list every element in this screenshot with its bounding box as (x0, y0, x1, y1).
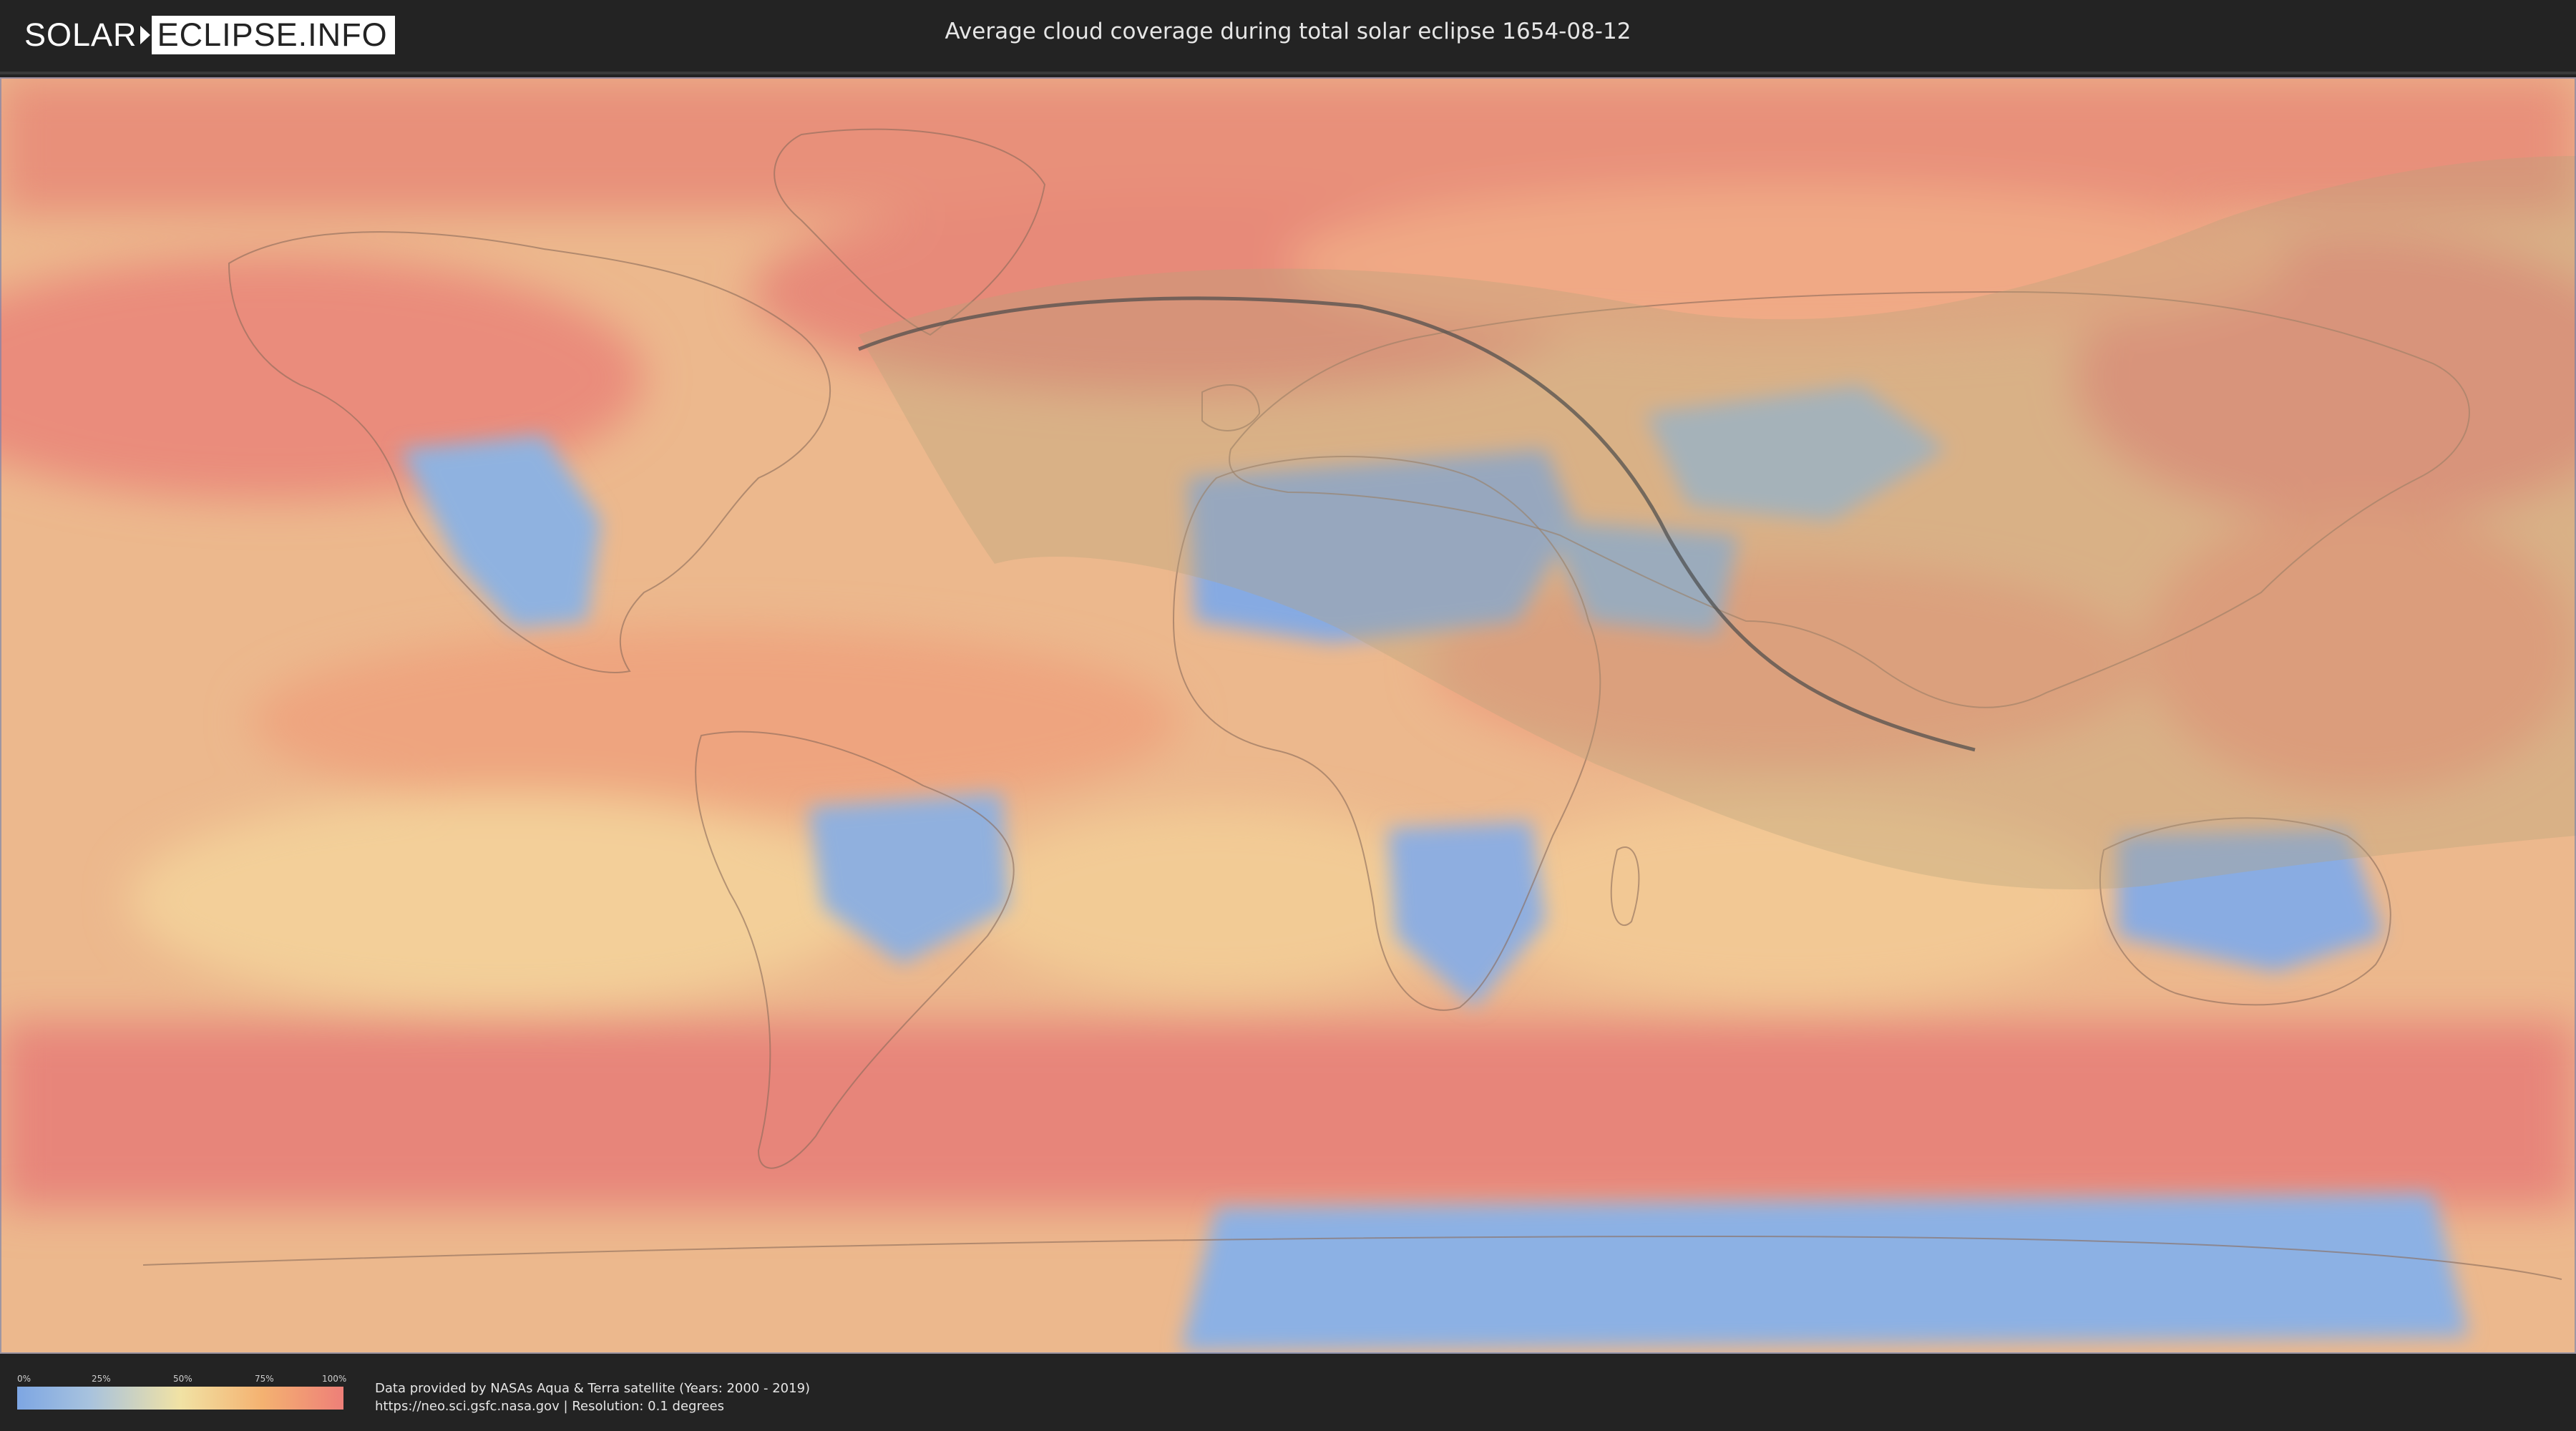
legend-tick-100: 100% (322, 1374, 347, 1384)
legend-tick-0: 0% (17, 1374, 31, 1384)
legend-color-bar (17, 1387, 343, 1410)
cloud-coverage-map[interactable] (0, 77, 2576, 1354)
footer-bar: 0% 25% 50% 75% 100% Data provided by NAS… (0, 1358, 2576, 1431)
legend-tick-50: 50% (173, 1374, 192, 1384)
legend-tick-75: 75% (255, 1374, 274, 1384)
credit-line-2: https://neo.sci.gsfc.nasa.gov | Resoluti… (375, 1399, 724, 1414)
legend-ticks: 0% 25% 50% 75% 100% (17, 1374, 347, 1387)
legend-tick-25: 25% (92, 1374, 111, 1384)
credit-line-1: Data provided by NASAs Aqua & Terra sate… (375, 1381, 811, 1396)
world-map-svg (0, 77, 2576, 1354)
cloud-coverage-legend: 0% 25% 50% 75% 100% (17, 1374, 347, 1410)
page-title: Average cloud coverage during total sola… (945, 19, 1631, 44)
arctic-cloud-band (0, 77, 2576, 213)
southern-ocean-cloud-band (0, 1022, 2576, 1208)
header-bar: SOLAR ECLIPSE.INFO Average cloud coverag… (0, 0, 2576, 74)
antarctica-clear-region (1181, 1193, 2469, 1351)
data-credit: Data provided by NASAs Aqua & Terra sate… (375, 1379, 810, 1415)
itcz-east-pacific (250, 628, 1181, 814)
